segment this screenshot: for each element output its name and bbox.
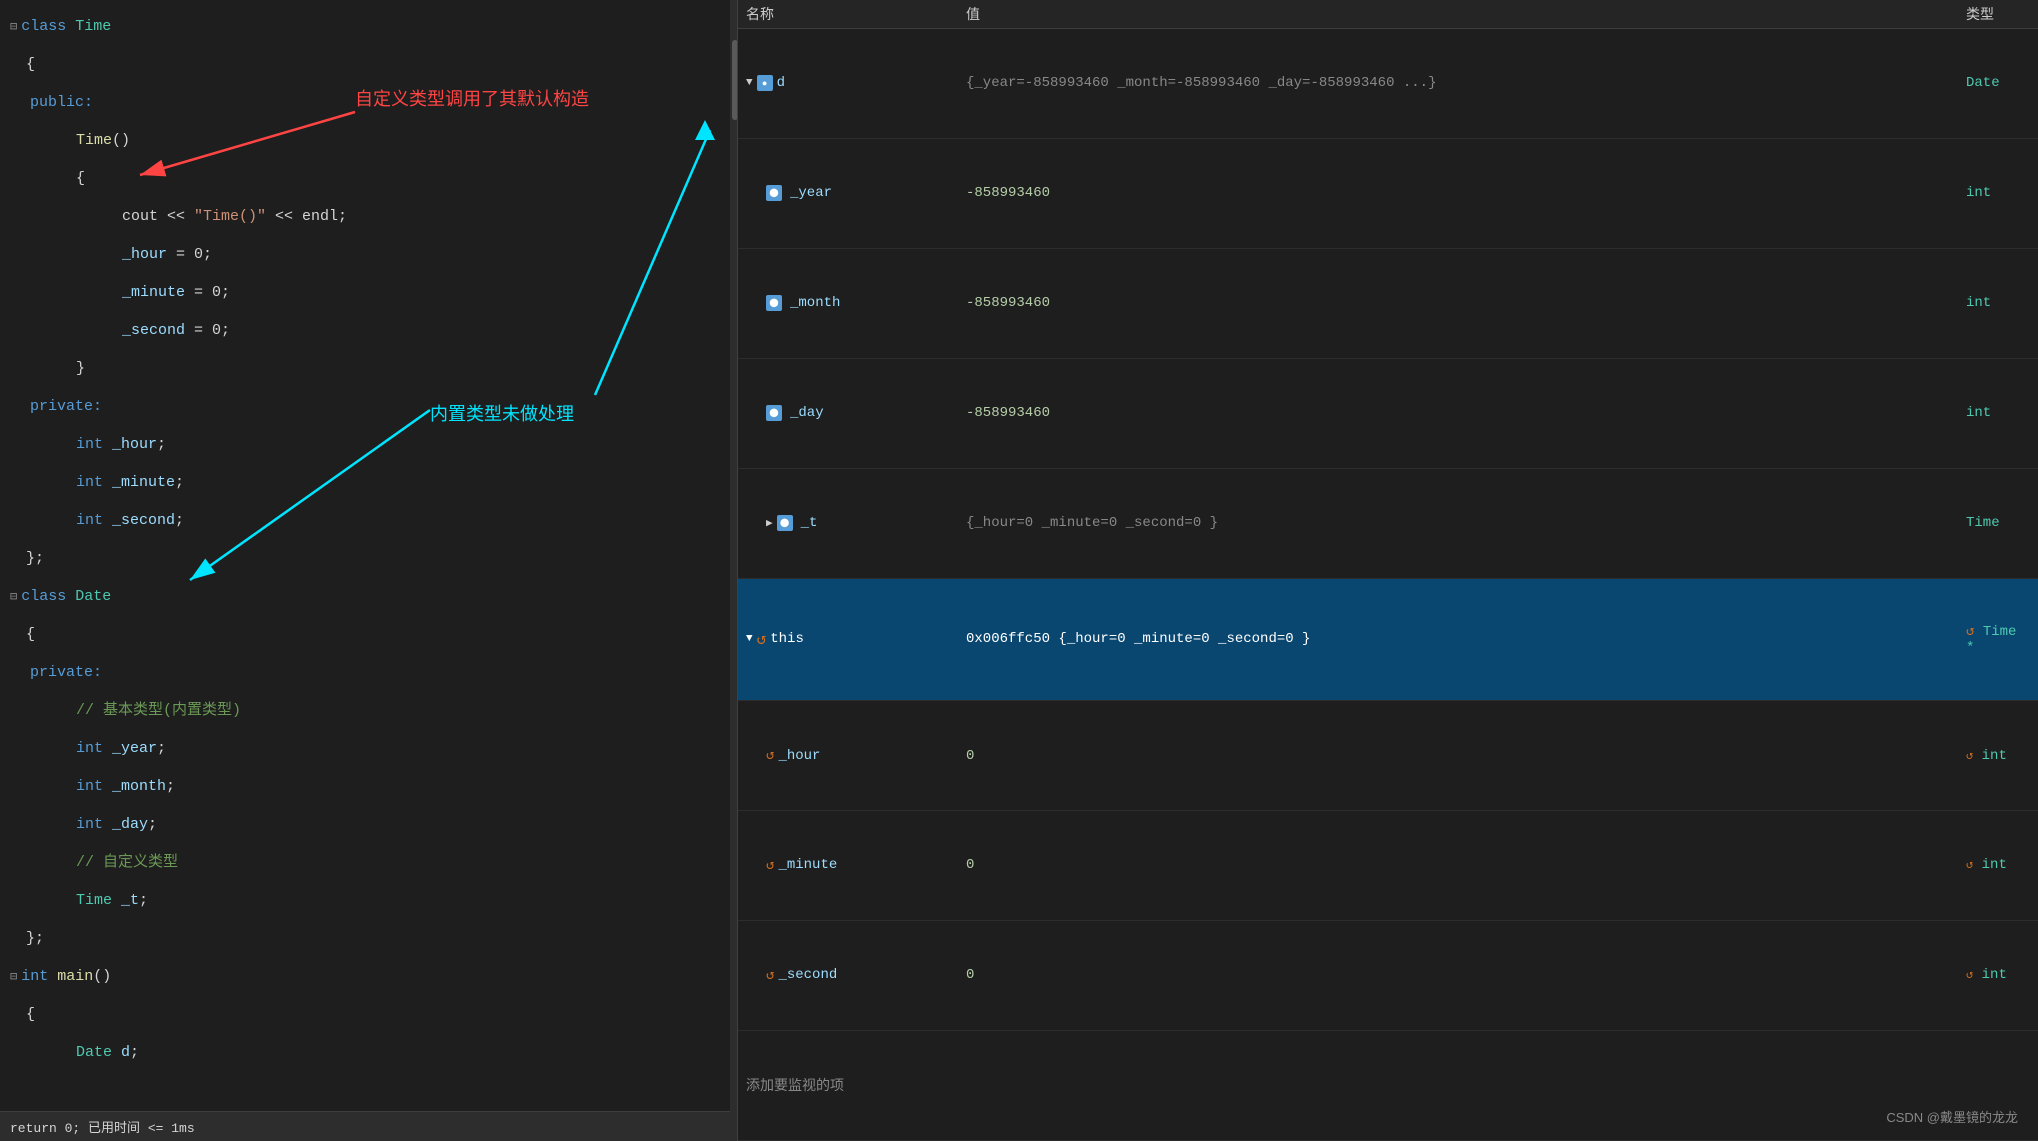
var-value-day: -858993460: [958, 358, 1958, 468]
code-line: {: [0, 996, 730, 1034]
var-value-second: 0: [958, 920, 1958, 1030]
col-header-value: 值: [958, 0, 1958, 29]
watermark: CSDN @戴墨镜的龙龙: [1886, 1107, 2018, 1126]
code-line: int _day;: [0, 806, 730, 844]
code-line: public:: [0, 84, 730, 122]
var-type-year: int: [1958, 138, 2038, 248]
debug-row-this[interactable]: ▼ ↺ this 0x006ffc50 {_hour=0 _minute=0 _…: [738, 578, 2038, 700]
expand-arrow-t[interactable]: ▶: [766, 516, 773, 530]
code-line: int _month;: [0, 768, 730, 806]
code-panel: ⊟class Time { public: Time() { cout << "…: [0, 0, 730, 1141]
code-line: Date d;: [0, 1034, 730, 1072]
var-type-day: int: [1958, 358, 2038, 468]
var-type-minute: ↺ int: [1958, 811, 2038, 921]
expand-arrow-d[interactable]: ▼: [746, 77, 753, 89]
var-value-this: 0x006ffc50 {_hour=0 _minute=0 _second=0 …: [958, 578, 1958, 700]
code-line: private:: [0, 388, 730, 426]
var-icon-minute: ↺: [766, 857, 774, 874]
var-name-second: _second: [778, 967, 837, 983]
code-line: _hour = 0;: [0, 236, 730, 274]
var-type-this: ↺ Time *: [1958, 578, 2038, 700]
add-watch-label[interactable]: 添加要监视的项: [738, 1030, 2038, 1140]
keyword-class: class: [21, 8, 75, 46]
debug-row-t[interactable]: ▶ ⬤ _t {_hour=0 _minute=0 _second=0 } Ti…: [738, 468, 2038, 578]
var-icon-day: ⬤: [766, 405, 782, 421]
var-type-month: int: [1958, 248, 2038, 358]
var-icon-t: ⬤: [777, 515, 793, 531]
code-line: Time _t;: [0, 882, 730, 920]
debug-row-day[interactable]: ⬤ _day -858993460 int: [738, 358, 2038, 468]
debug-panel: 名称 值 类型 ▼ ● d {_year=-858993460 _month=-…: [738, 0, 2038, 1141]
class-name-time: Time: [75, 8, 111, 46]
code-line: int _minute;: [0, 464, 730, 502]
var-type-second: ↺ int: [1958, 920, 2038, 1030]
panel-divider: [730, 0, 738, 1141]
code-line: _minute = 0;: [0, 274, 730, 312]
var-value-d: {_year=-858993460 _month=-858993460 _day…: [958, 29, 1958, 139]
col-header-name: 名称: [738, 0, 958, 29]
col-header-type: 类型: [1958, 0, 2038, 29]
var-value-year: -858993460: [958, 138, 1958, 248]
debug-row-hour[interactable]: ↺ _hour 0 ↺ int: [738, 701, 2038, 811]
code-line: ⊟class Time: [0, 8, 730, 46]
debug-row-minute[interactable]: ↺ _minute 0 ↺ int: [738, 811, 2038, 921]
code-line: };: [0, 540, 730, 578]
var-value-month: -858993460: [958, 248, 1958, 358]
expand-arrow-this[interactable]: ▼: [746, 633, 753, 645]
var-name-year: _year: [790, 185, 832, 201]
var-icon-second: ↺: [766, 967, 774, 984]
code-line: {: [0, 46, 730, 84]
var-name-t: _t: [801, 515, 818, 531]
code-line: _second = 0;: [0, 312, 730, 350]
debug-row-d[interactable]: ▼ ● d {_year=-858993460 _month=-85899346…: [738, 29, 2038, 139]
code-line: int _hour;: [0, 426, 730, 464]
debug-table-header: 名称 值 类型: [738, 0, 2038, 29]
var-name-day: _day: [790, 405, 824, 421]
var-type-d: Date: [1958, 29, 2038, 139]
code-line: int _year;: [0, 730, 730, 768]
code-line: Time(): [0, 122, 730, 160]
code-content: ⊟class Time { public: Time() { cout << "…: [0, 0, 730, 1080]
debug-row-month[interactable]: ⬤ _month -858993460 int: [738, 248, 2038, 358]
code-line: };: [0, 920, 730, 958]
code-line: int _second;: [0, 502, 730, 540]
code-line: }: [0, 350, 730, 388]
code-line: ⊟int main(): [0, 958, 730, 996]
code-line: private:: [0, 654, 730, 692]
var-name-month: _month: [790, 295, 840, 311]
collapse-icon-main[interactable]: ⊟: [10, 958, 17, 996]
debug-table: 名称 值 类型 ▼ ● d {_year=-858993460 _month=-…: [738, 0, 2038, 1141]
var-icon-month: ⬤: [766, 295, 782, 311]
code-line: cout << "Time()" << endl;: [0, 198, 730, 236]
code-line: // 基本类型(内置类型): [0, 692, 730, 730]
var-name-hour: _hour: [778, 748, 820, 764]
debug-row-year[interactable]: ⬤ _year -858993460 int: [738, 138, 2038, 248]
var-value-t: {_hour=0 _minute=0 _second=0 }: [958, 468, 1958, 578]
var-value-hour: 0: [958, 701, 1958, 811]
var-type-hour: ↺ int: [1958, 701, 2038, 811]
var-icon-this: ↺: [757, 629, 767, 649]
code-line: ⊟class Date: [0, 578, 730, 616]
var-value-minute: 0: [958, 811, 1958, 921]
var-name-this: this: [770, 631, 804, 647]
var-name-minute: _minute: [778, 857, 837, 873]
var-icon-hour: ↺: [766, 747, 774, 764]
var-name-d: d: [777, 75, 785, 91]
var-icon-d: ●: [757, 75, 773, 91]
status-text: return 0; 已用时间 <= 1ms: [10, 1117, 195, 1136]
collapse-icon[interactable]: ⊟: [10, 8, 17, 46]
add-watch-row[interactable]: 添加要监视的项: [738, 1030, 2038, 1140]
code-line: {: [0, 160, 730, 198]
code-line: {: [0, 616, 730, 654]
debug-row-second[interactable]: ↺ _second 0 ↺ int: [738, 920, 2038, 1030]
var-type-t: Time: [1958, 468, 2038, 578]
collapse-icon-date[interactable]: ⊟: [10, 578, 17, 616]
code-line: // 自定义类型: [0, 844, 730, 882]
status-bar: return 0; 已用时间 <= 1ms: [0, 1111, 730, 1141]
var-icon-year: ⬤: [766, 185, 782, 201]
